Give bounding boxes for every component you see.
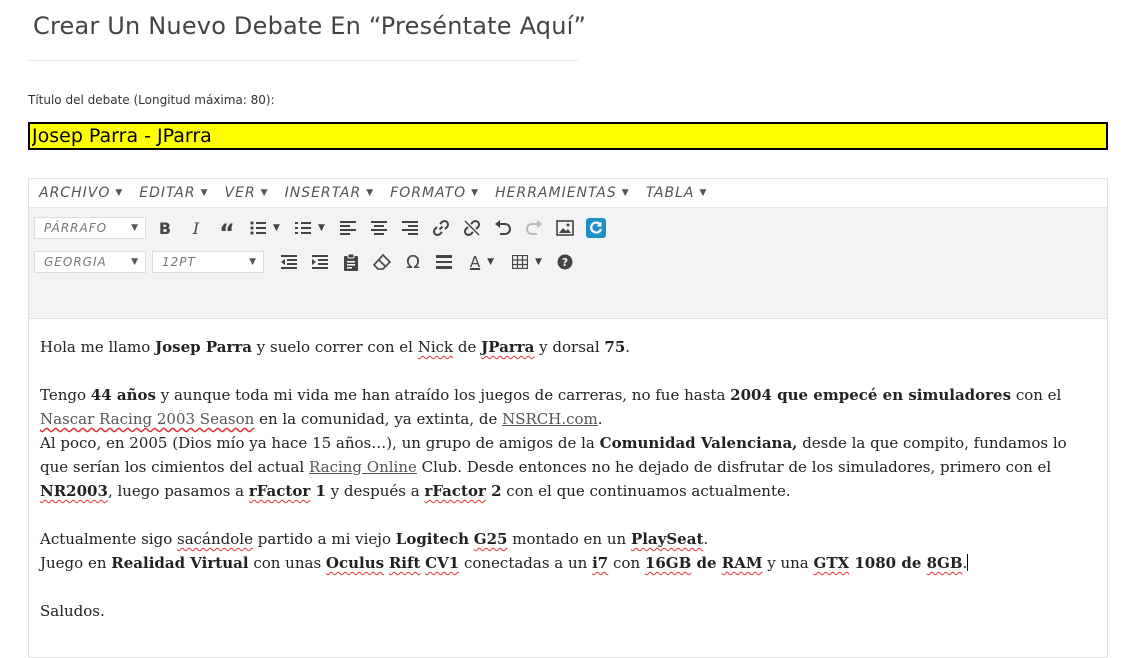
caret-down-icon: ▼ — [621, 188, 630, 198]
align-center-icon — [371, 221, 387, 235]
menu-archivo[interactable]: Archivo ▼ — [39, 185, 123, 201]
paragraph-hardware: Actualmente sigo sacándole partido a mi … — [40, 530, 969, 572]
caret-down-icon: ▼ — [260, 188, 269, 198]
refresh-icon — [586, 218, 606, 238]
toolbar-row-2: Georgia ▼ 12pt ▼ Ω A ▼ ▼ ? — [34, 250, 583, 274]
link-nsrch[interactable]: NSRCH.com — [502, 410, 598, 428]
indent-button[interactable] — [307, 250, 333, 274]
paragraph-history: Tengo 44 años y aunque toda mi vida me h… — [40, 386, 1067, 500]
title-input[interactable] — [28, 122, 1108, 150]
remove-link-button[interactable] — [459, 216, 485, 240]
menu-editar[interactable]: Editar ▼ — [139, 185, 208, 201]
caret-down-icon: ▼ — [273, 223, 280, 233]
unlink-icon — [463, 219, 481, 237]
insert-image-button[interactable] — [552, 216, 578, 240]
menu-tabla[interactable]: Tabla ▼ — [646, 185, 708, 201]
caret-down-icon: ▼ — [115, 188, 124, 198]
bold-button[interactable]: B — [152, 216, 178, 240]
editor-content[interactable]: Hola me llamo Josep Parra y suelo correr… — [29, 319, 1107, 623]
table-button[interactable]: ▼ — [507, 250, 547, 274]
text-color-button[interactable]: A ▼ — [462, 250, 502, 274]
clear-formatting-button[interactable] — [369, 250, 395, 274]
numbered-list-icon — [295, 222, 312, 234]
caret-down-icon: ▼ — [471, 188, 480, 198]
menu-formato[interactable]: Formato ▼ — [390, 185, 479, 201]
link-racing-online[interactable]: Racing Online — [309, 458, 417, 476]
horizontal-line-icon — [436, 255, 452, 269]
quote-icon: “ — [219, 218, 235, 247]
font-size-select[interactable]: 12pt ▼ — [152, 251, 264, 273]
text-color-icon: A — [469, 253, 481, 271]
special-character-button[interactable]: Ω — [400, 250, 426, 274]
block-format-select[interactable]: Párrafo ▼ — [34, 217, 146, 239]
align-center-button[interactable] — [366, 216, 392, 240]
rich-text-editor: Archivo ▼ Editar ▼ Ver ▼ Insertar ▼ Formato ▼… — [28, 178, 1108, 658]
table-icon — [512, 255, 529, 269]
text-cursor — [967, 554, 969, 571]
horizontal-line-button[interactable] — [431, 250, 457, 274]
editor-toolbar: Párrafo ▼ B I “ ▼ ▼ — [29, 208, 1107, 319]
caret-down-icon: ▼ — [535, 257, 542, 267]
insert-link-button[interactable] — [428, 216, 454, 240]
caret-down-icon: ▼ — [318, 223, 325, 233]
clipboard-icon — [344, 253, 358, 271]
numbered-list-button[interactable]: ▼ — [290, 216, 330, 240]
toolbar-row-1: Párrafo ▼ B I “ ▼ ▼ — [34, 216, 614, 247]
help-icon: ? — [557, 254, 573, 270]
outdent-icon — [281, 255, 297, 269]
omega-icon: Ω — [406, 251, 420, 273]
link-icon — [432, 219, 450, 237]
bullet-list-icon — [250, 221, 267, 235]
redo-icon — [526, 220, 542, 235]
undo-icon — [495, 220, 511, 235]
eraser-icon — [373, 254, 391, 270]
caret-down-icon: ▼ — [487, 257, 495, 267]
indent-icon — [312, 255, 328, 269]
align-right-icon — [402, 221, 418, 235]
caret-down-icon: ▼ — [249, 257, 257, 267]
image-icon — [556, 220, 574, 236]
menu-ver[interactable]: Ver ▼ — [225, 185, 269, 201]
caret-down-icon: ▼ — [131, 257, 139, 267]
align-left-icon — [340, 221, 356, 235]
menu-insertar[interactable]: Insertar ▼ — [285, 185, 375, 201]
refresh-button[interactable] — [583, 216, 609, 240]
menu-herramientas[interactable]: Herramientas ▼ — [495, 185, 630, 201]
paste-text-button[interactable] — [338, 250, 364, 274]
italic-button[interactable]: I — [183, 216, 209, 240]
help-button[interactable]: ? — [552, 250, 578, 274]
bullet-list-button[interactable]: ▼ — [245, 216, 285, 240]
undo-button[interactable] — [490, 216, 516, 240]
redo-button[interactable] — [521, 216, 547, 240]
caret-down-icon: ▼ — [131, 223, 139, 233]
paragraph-closing: Saludos. — [40, 602, 105, 620]
caret-down-icon: ▼ — [200, 188, 209, 198]
italic-icon: I — [192, 218, 200, 238]
svg-text:?: ? — [562, 256, 568, 269]
title-divider — [28, 60, 578, 61]
align-left-button[interactable] — [335, 216, 361, 240]
align-right-button[interactable] — [397, 216, 423, 240]
blockquote-button[interactable]: “ — [214, 216, 240, 247]
page-title: Crear Un Nuevo Debate En “Preséntate Aqu… — [33, 12, 587, 40]
caret-down-icon: ▼ — [366, 188, 375, 198]
link-nascar-racing-2003[interactable]: Nascar Racing 2003 Season — [40, 410, 254, 428]
caret-down-icon: ▼ — [699, 188, 708, 198]
editor-menubar: Archivo ▼ Editar ▼ Ver ▼ Insertar ▼ Formato ▼… — [29, 179, 1107, 208]
outdent-button[interactable] — [276, 250, 302, 274]
bold-icon: B — [158, 218, 172, 238]
font-family-select[interactable]: Georgia ▼ — [34, 251, 146, 273]
paragraph-intro: Hola me llamo Josep Parra y suelo correr… — [40, 338, 631, 356]
title-field-label: Título del debate (Longitud máxima: 80): — [28, 93, 275, 107]
